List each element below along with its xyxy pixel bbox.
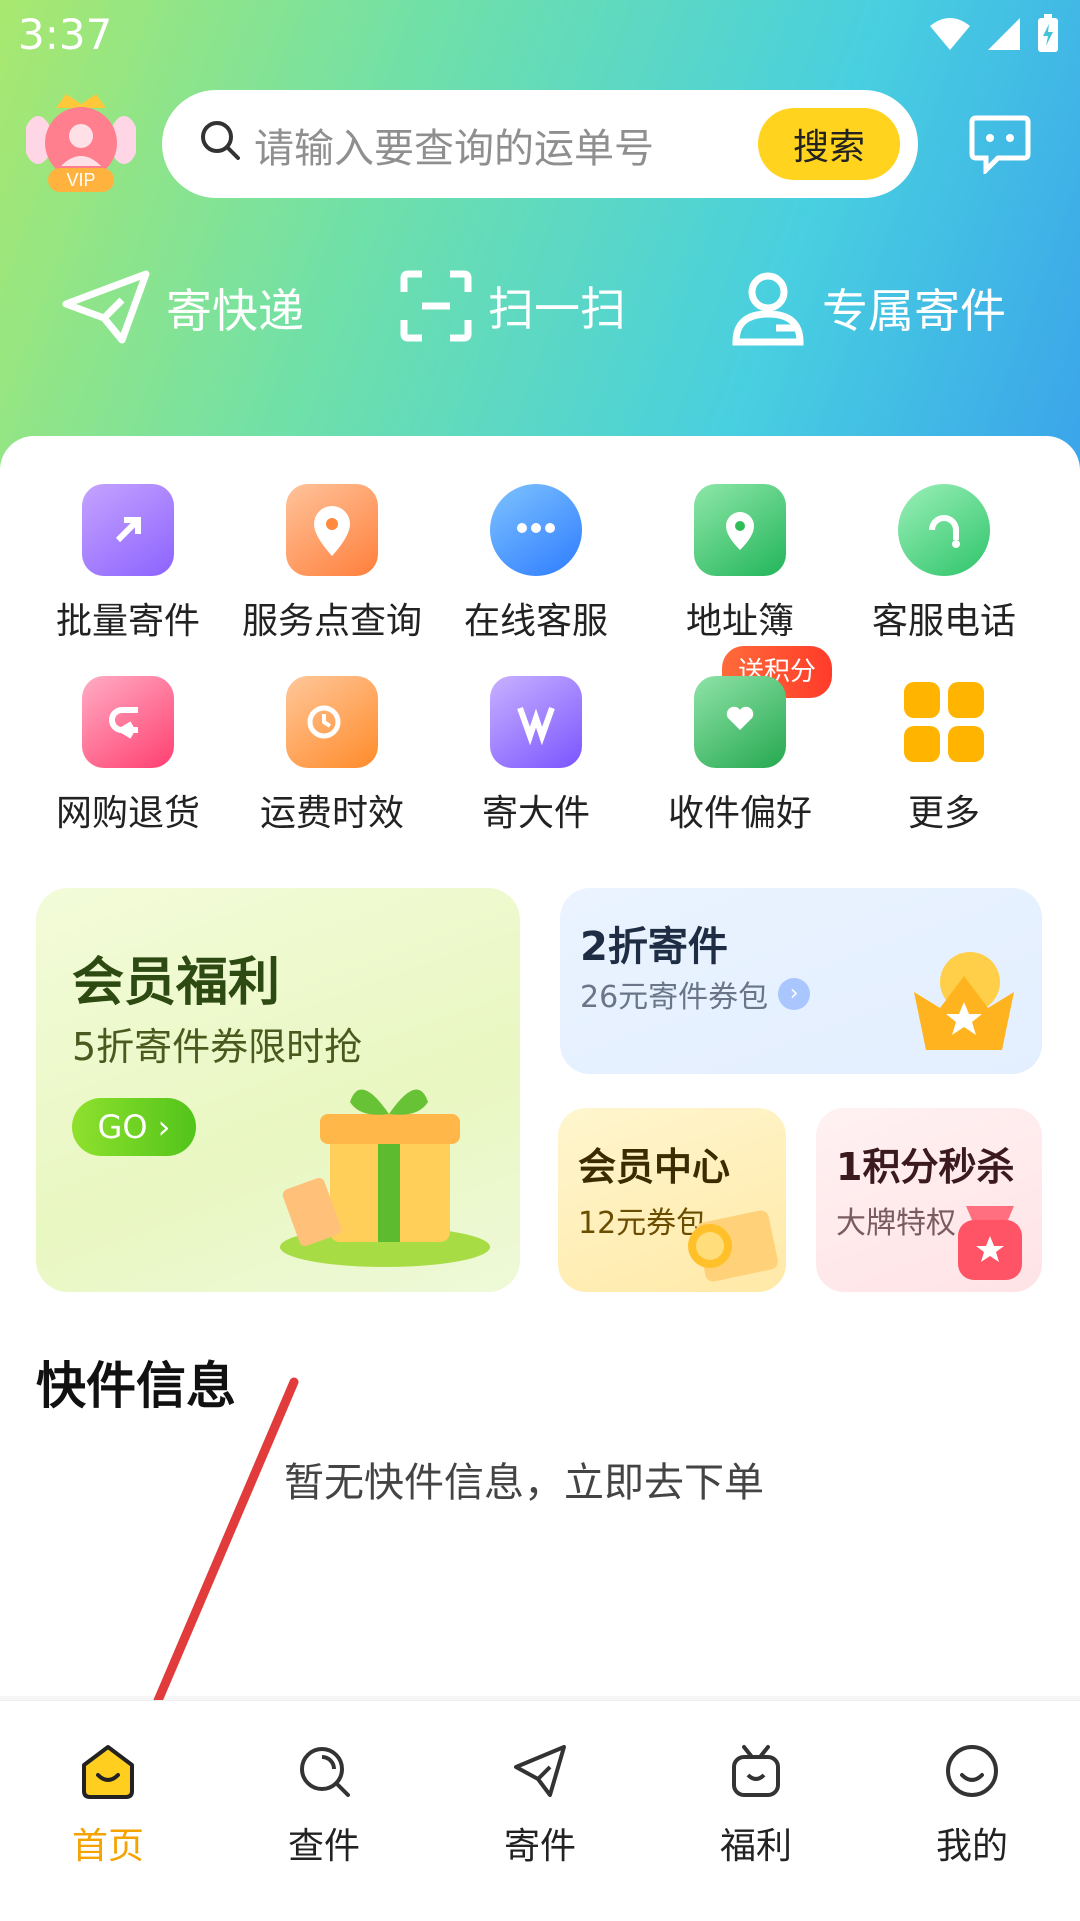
scan-icon: [400, 270, 472, 342]
big-parcel-icon: [490, 676, 582, 768]
crown-icon: [914, 952, 1014, 1050]
inbox-heart-icon: [694, 676, 786, 768]
scan-button[interactable]: 扫一扫: [400, 270, 626, 342]
nav-label: 寄件: [503, 1826, 576, 1867]
go-button[interactable]: GO ›: [72, 1098, 196, 1156]
scan-label: 扫一扫: [488, 282, 626, 336]
bottom-navigation: 首页 查件 寄件 福利 我的: [0, 1700, 1080, 1921]
service-big-parcel[interactable]: 寄大件: [436, 676, 636, 836]
service-batch-send[interactable]: 批量寄件: [28, 484, 228, 644]
service-address-book[interactable]: 地址簿: [640, 484, 840, 644]
service-hotline[interactable]: 客服电话: [844, 484, 1044, 644]
vip-label: VIP: [66, 170, 95, 190]
nav-home[interactable]: 首页: [28, 1741, 188, 1869]
chevron-right-icon: ›: [778, 978, 811, 1010]
send-icon: [514, 1745, 566, 1797]
nav-mine[interactable]: 我的: [892, 1741, 1052, 1869]
member-benefits-card[interactable]: 会员福利 5折寄件券限时抢 GO ›: [36, 888, 520, 1292]
send-express-button[interactable]: 寄快递: [62, 270, 304, 346]
smile-icon: [946, 1745, 998, 1797]
seckill-title: 1积分秒杀: [836, 1145, 1015, 1189]
nav-label: 首页: [71, 1826, 144, 1867]
nav-welfare[interactable]: 福利: [676, 1741, 836, 1869]
service-label: 地址簿: [685, 601, 794, 642]
service-label: 在线客服: [463, 601, 608, 642]
gift-bag-icon: [958, 1206, 1022, 1280]
signal-icon: [988, 18, 1020, 50]
nav-label: 我的: [935, 1826, 1008, 1867]
service-label: 网购退货: [55, 793, 200, 834]
status-bar: 3:37: [0, 0, 1080, 72]
exclusive-send-label: 专属寄件: [822, 284, 1006, 338]
user-icon: [732, 272, 804, 346]
address-book-icon: [694, 484, 786, 576]
member-center-title: 会员中心: [578, 1145, 731, 1189]
member-center-card[interactable]: 会员中心 12元券包: [558, 1108, 786, 1292]
phone-icon: [898, 484, 990, 576]
search-button[interactable]: 搜索: [758, 108, 900, 180]
discount-send-card[interactable]: 2折寄件 26元寄件券包 ›: [560, 888, 1042, 1074]
wifi-icon: [930, 18, 970, 50]
nav-send[interactable]: 寄件: [460, 1741, 620, 1869]
battery-icon: [1038, 14, 1058, 52]
discount-subtitle-row: 26元寄件券包 ›: [580, 972, 811, 1016]
points-seckill-card[interactable]: 1积分秒杀 大牌特权: [816, 1108, 1042, 1292]
truck-icon: [286, 676, 378, 768]
service-online-support[interactable]: 在线客服: [436, 484, 636, 644]
service-shipping-fee[interactable]: 运费时效: [232, 676, 432, 836]
vip-avatar[interactable]: VIP: [24, 88, 138, 198]
send-express-label: 寄快递: [166, 284, 304, 338]
exclusive-send-button[interactable]: 专属寄件: [730, 270, 1006, 346]
nav-label: 查件: [287, 1826, 360, 1867]
service-label: 收件偏好: [667, 793, 812, 834]
quick-actions: 寄快递 扫一扫 专属寄件: [0, 270, 1080, 370]
return-icon: [82, 676, 174, 768]
service-label: 客服电话: [871, 601, 1016, 642]
service-label: 运费时效: [259, 793, 404, 834]
more-grid-icon: [898, 676, 990, 768]
map-pin-icon: [286, 484, 378, 576]
search-icon: [201, 121, 240, 160]
search-bar[interactable]: 请输入要查询的运单号 搜索: [162, 90, 918, 198]
parcel-info-title: 快件信息: [36, 1357, 236, 1415]
coupon-stack-icon: [688, 1210, 778, 1282]
message-icon[interactable]: [968, 114, 1032, 174]
service-label: 批量寄件: [55, 601, 200, 642]
service-label: 更多: [907, 793, 980, 834]
search-parcel-icon: [300, 1747, 350, 1797]
status-time: 3:37: [18, 10, 113, 59]
member-benefits-title: 会员福利: [72, 953, 281, 1013]
status-icons: [928, 14, 1060, 54]
empty-parcel-message[interactable]: 暂无快件信息，立即去下单: [284, 1450, 764, 1508]
service-label: 服务点查询: [241, 601, 422, 642]
paper-plane-icon: [62, 270, 150, 344]
chat-bubble-icon: [490, 484, 582, 576]
search-input[interactable]: 请输入要查询的运单号: [254, 116, 654, 174]
gift-box-icon: [280, 1089, 490, 1267]
service-receive-preference[interactable]: 收件偏好: [640, 676, 840, 836]
gift-tv-icon: [732, 1745, 780, 1797]
service-label: 寄大件: [481, 793, 590, 834]
discount-title: 2折寄件: [580, 924, 728, 970]
home-icon: [82, 1745, 134, 1799]
seckill-subtitle: 大牌特权: [836, 1206, 956, 1241]
vip-badge-icon: VIP: [24, 94, 138, 192]
service-point-query[interactable]: 服务点查询: [232, 484, 432, 644]
service-online-return[interactable]: 网购退货: [28, 676, 228, 836]
nav-label: 福利: [719, 1826, 792, 1867]
batch-send-icon: [82, 484, 174, 576]
service-more[interactable]: 更多: [844, 676, 1044, 836]
discount-subtitle: 26元寄件券包: [580, 980, 769, 1015]
nav-track[interactable]: 查件: [244, 1741, 404, 1869]
